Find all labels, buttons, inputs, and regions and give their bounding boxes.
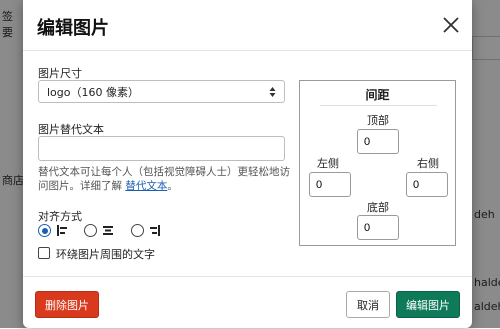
image-size-select[interactable]: logo（160 像素） xyxy=(38,80,285,103)
align-right-icon xyxy=(150,225,160,236)
alt-text-label: 图片替代文本 xyxy=(38,123,104,136)
spacing-bottom-input[interactable] xyxy=(357,215,399,240)
spacing-divider xyxy=(320,105,437,106)
spacing-panel: 间距 顶部 左侧 右侧 底部 xyxy=(299,80,456,246)
align-right-radio[interactable] xyxy=(131,224,144,237)
align-left-icon xyxy=(57,225,67,236)
align-center-radio[interactable] xyxy=(84,224,97,237)
spacing-bottom-label: 底部 xyxy=(367,201,389,214)
image-size-label: 图片尺寸 xyxy=(38,67,82,80)
alt-text-help-link[interactable]: 替代文本 xyxy=(125,180,167,192)
dialog-title: 编辑图片 xyxy=(37,18,109,39)
wrap-text-checkbox[interactable] xyxy=(38,247,50,259)
alt-text-input[interactable] xyxy=(38,136,285,161)
close-button[interactable] xyxy=(439,13,463,37)
help-suffix: 。 xyxy=(167,180,178,192)
select-arrows-icon xyxy=(269,87,276,97)
alignment-label: 对齐方式 xyxy=(38,210,82,223)
spacing-right-input[interactable] xyxy=(406,172,448,197)
edit-image-button[interactable]: 编辑图片 xyxy=(396,291,460,318)
dialog-footer: 删除图片 取消 编辑图片 xyxy=(23,276,472,329)
align-left-radio[interactable] xyxy=(38,224,51,237)
dialog-header: 编辑图片 xyxy=(23,0,472,51)
close-icon xyxy=(443,17,459,33)
spacing-top-input[interactable] xyxy=(357,129,399,154)
spacing-left-label: 左侧 xyxy=(317,157,339,170)
edit-image-dialog: 编辑图片 图片尺寸 logo（160 像素） 图片替代文本 替代文本可让每个人（… xyxy=(23,0,472,328)
alt-text-help: 替代文本可让每个人（包括视觉障碍人士）更轻松地访问图片。详细了解 替代文本。 xyxy=(38,165,293,193)
spacing-left-input[interactable] xyxy=(309,172,351,197)
spacing-top-label: 顶部 xyxy=(367,114,389,127)
align-center-icon xyxy=(103,226,113,235)
image-size-value: logo（160 像素） xyxy=(47,86,139,99)
delete-image-button[interactable]: 删除图片 xyxy=(35,291,99,318)
spacing-title: 间距 xyxy=(365,88,390,102)
cancel-button[interactable]: 取消 xyxy=(346,291,390,318)
spacing-right-label: 右侧 xyxy=(417,157,439,170)
wrap-text-label: 环绕图片周围的文字 xyxy=(56,248,155,261)
